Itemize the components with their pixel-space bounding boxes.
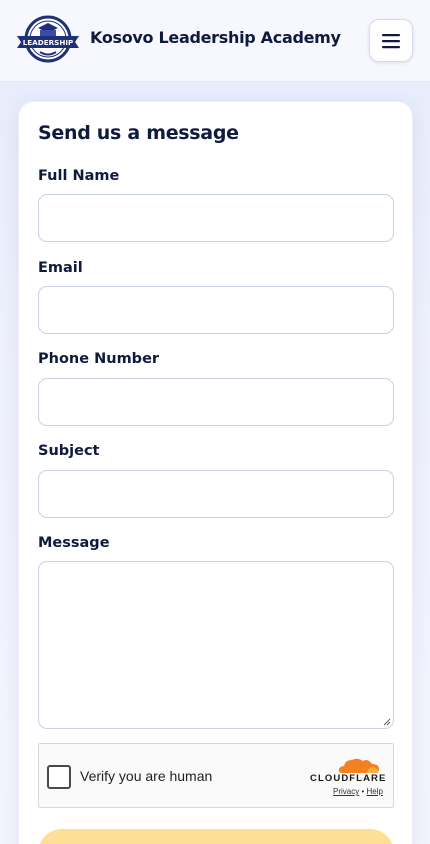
academy-logo-emblem: LEADERSHIP <box>17 15 79 63</box>
full-name-input[interactable] <box>38 194 394 242</box>
cloudflare-wordmark: CLOUDFLARE <box>310 773 387 784</box>
academy-logo[interactable]: LEADERSHIP <box>16 14 80 64</box>
subject-input[interactable] <box>38 470 394 518</box>
submit-button[interactable] <box>38 829 394 844</box>
form-title: Send us a message <box>38 122 239 144</box>
phone-input[interactable] <box>38 378 394 426</box>
captcha-widget: Verify you are human CLOUDFLARE Privacy … <box>38 743 394 808</box>
resize-grip-icon[interactable] <box>383 718 391 726</box>
cloudflare-cloud-icon <box>338 758 379 773</box>
link-separator: • <box>361 787 365 796</box>
privacy-link[interactable]: Privacy <box>333 787 359 796</box>
captcha-label: Verify you are human <box>80 768 213 784</box>
svg-text:LEADERSHIP: LEADERSHIP <box>23 38 74 47</box>
site-header: LEADERSHIP Kosovo Leadership Academy <box>0 0 430 82</box>
subject-label: Subject <box>38 443 100 459</box>
full-name-label: Full Name <box>38 168 120 184</box>
captcha-checkbox[interactable] <box>47 765 71 789</box>
brand-name[interactable]: Kosovo Leadership Academy <box>90 28 341 47</box>
message-textarea[interactable] <box>38 561 394 729</box>
contact-form-card: Send us a message Full Name Email Phone … <box>18 101 413 844</box>
captcha-links: Privacy • Help <box>333 787 383 796</box>
hamburger-icon <box>382 33 400 48</box>
menu-button[interactable] <box>369 19 413 62</box>
help-link[interactable]: Help <box>367 787 383 796</box>
email-input[interactable] <box>38 286 394 334</box>
message-label: Message <box>38 535 110 551</box>
email-label: Email <box>38 260 83 276</box>
phone-label: Phone Number <box>38 351 160 367</box>
